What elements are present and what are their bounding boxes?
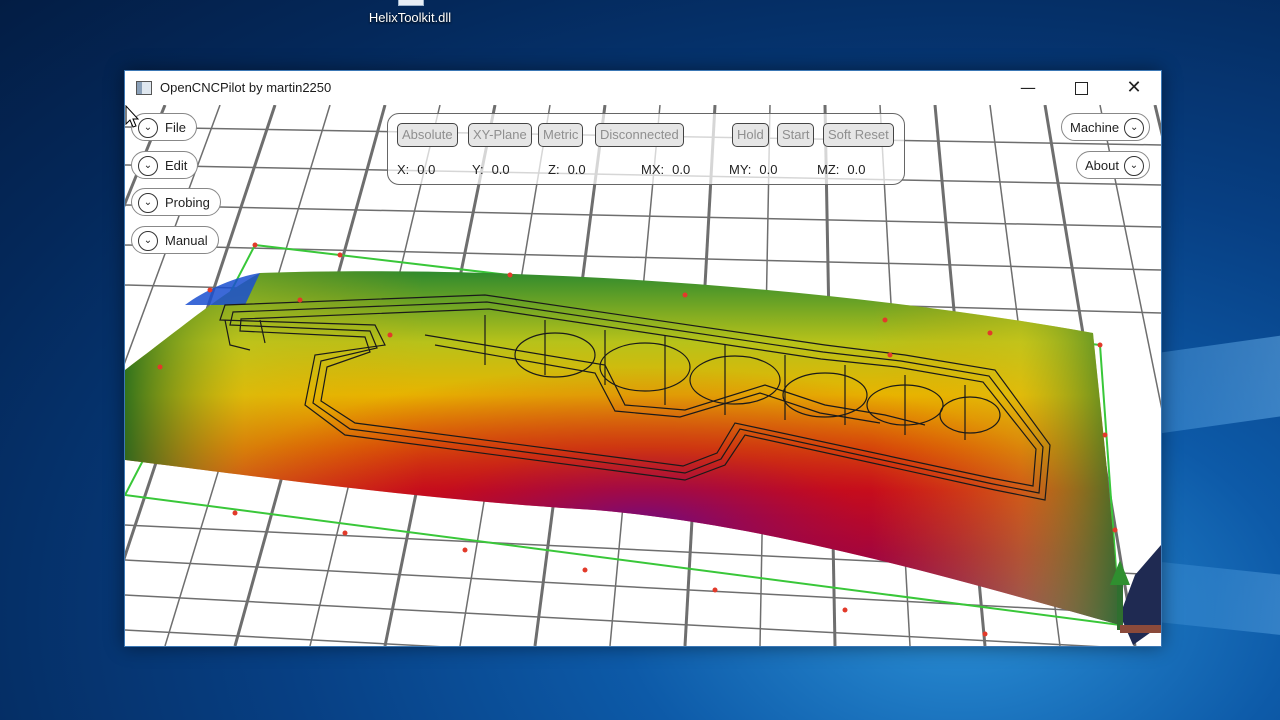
- mouse-cursor-icon: [125, 105, 140, 128]
- menu-manual-button[interactable]: ⌄ Manual: [131, 226, 219, 254]
- coord-value: 0.0: [759, 162, 778, 177]
- 3d-scene[interactable]: [125, 105, 1161, 646]
- plane-button[interactable]: XY-Plane: [468, 123, 532, 147]
- chevron-down-icon: ⌄: [138, 155, 158, 176]
- distance-mode-button[interactable]: Absolute: [397, 123, 458, 147]
- menu-label: Manual: [165, 233, 208, 248]
- coord-label: Z:: [548, 162, 560, 177]
- coord-value: 0.0: [672, 162, 691, 177]
- maximize-icon: [1074, 82, 1088, 95]
- close-button[interactable]: ✕: [1111, 71, 1157, 105]
- connection-status-button[interactable]: Disconnected: [595, 123, 684, 147]
- file-icon: [398, 0, 424, 6]
- menu-label: About: [1085, 158, 1119, 173]
- coord-label: MZ:: [817, 162, 840, 177]
- coord-label: MY:: [729, 162, 752, 177]
- coord-value: 0.0: [417, 162, 436, 177]
- 3d-viewport[interactable]: ⌄ File ⌄ Edit ⌄ Probing ⌄ Manual Machine ⌄ Ab…: [125, 105, 1161, 646]
- coord-label: MX:: [641, 162, 665, 177]
- hold-button[interactable]: Hold: [732, 123, 769, 147]
- menu-edit-button[interactable]: ⌄ Edit: [131, 151, 199, 179]
- coord-y: Y: 0.0: [472, 162, 510, 177]
- title-bar[interactable]: OpenCNCPilot by martin2250 — ✕: [125, 71, 1161, 105]
- menu-about-button[interactable]: About ⌄: [1076, 151, 1150, 179]
- chevron-down-icon: ⌄: [138, 117, 158, 138]
- desktop-file-icon[interactable]: HelixToolkit.dll: [360, 0, 460, 34]
- coord-mx: MX: 0.0: [641, 162, 690, 177]
- coord-mz: MZ: 0.0: [817, 162, 865, 177]
- status-panel: Absolute XY-Plane Metric Disconnected Ho…: [387, 113, 905, 185]
- coord-z: Z: 0.0: [548, 162, 586, 177]
- coord-my: MY: 0.0: [729, 162, 777, 177]
- menu-machine-button[interactable]: Machine ⌄: [1061, 113, 1151, 141]
- desktop-icon-label: HelixToolkit.dll: [368, 10, 452, 25]
- coord-label: Y:: [472, 162, 484, 177]
- coord-value: 0.0: [491, 162, 510, 177]
- chevron-down-icon: ⌄: [138, 230, 158, 251]
- coord-value: 0.0: [567, 162, 586, 177]
- chevron-down-icon: ⌄: [1123, 155, 1144, 176]
- coord-label: X:: [397, 162, 410, 177]
- coord-value: 0.0: [847, 162, 866, 177]
- tool-head-icon: [1110, 545, 1161, 645]
- menu-label: Probing: [165, 195, 210, 210]
- coord-x: X: 0.0: [397, 162, 435, 177]
- start-button[interactable]: Start: [777, 123, 815, 147]
- menu-label: Machine: [1070, 120, 1120, 135]
- unit-button[interactable]: Metric: [538, 123, 584, 147]
- chevron-down-icon: ⌄: [138, 192, 158, 213]
- height-map: [125, 271, 1120, 625]
- menu-label: Edit: [165, 158, 188, 173]
- menu-probing-button[interactable]: ⌄ Probing: [131, 188, 221, 216]
- soft-reset-button[interactable]: Soft Reset: [823, 123, 894, 147]
- minimize-button[interactable]: —: [1005, 71, 1051, 105]
- chevron-down-icon: ⌄: [1124, 117, 1145, 138]
- app-window: OpenCNCPilot by martin2250 — ✕ ⌄ File ⌄ …: [124, 70, 1162, 647]
- maximize-button[interactable]: [1058, 71, 1104, 105]
- window-title: OpenCNCPilot by martin2250: [160, 80, 332, 95]
- app-icon: [136, 81, 152, 95]
- menu-label: File: [165, 120, 186, 135]
